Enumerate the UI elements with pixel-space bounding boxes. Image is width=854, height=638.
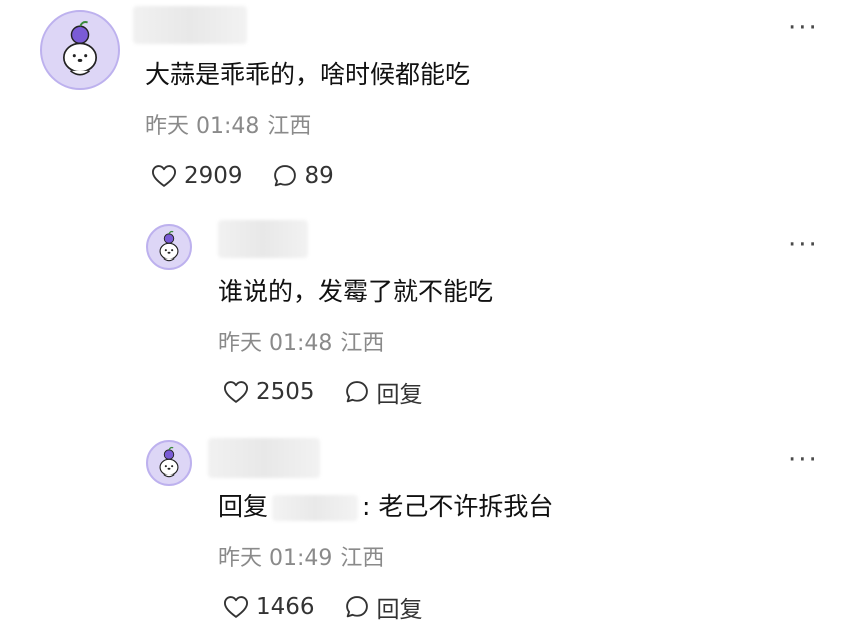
comment-content: 大蒜是乖乖的，啥时候都能吃 xyxy=(145,60,471,89)
comment-actions: 1466 回复 xyxy=(222,590,423,624)
comment-meta: 昨天 01:49 江西 xyxy=(218,545,384,573)
more-options-button[interactable]: ··· xyxy=(788,15,819,41)
comment-meta: 昨天 01:48 江西 xyxy=(218,330,384,358)
comment-actions: 2909 89 xyxy=(150,159,334,193)
speech-bubble-icon xyxy=(345,381,368,403)
speech-bubble-icon xyxy=(273,165,296,187)
speech-bubble-icon xyxy=(345,596,368,618)
reply-button[interactable]: 89 xyxy=(271,162,334,190)
comment-meta: 昨天 01:48 江西 xyxy=(145,113,311,141)
username-redacted[interactable] xyxy=(208,438,320,478)
comment-content: 回复 : 老己不许拆我台 xyxy=(218,490,553,524)
reply-label: 回复 xyxy=(376,382,423,408)
comment-location: 江西 xyxy=(340,331,385,356)
user-avatar[interactable] xyxy=(146,440,192,486)
more-options-button[interactable]: ··· xyxy=(788,232,819,258)
ellipsis-icon: ··· xyxy=(788,230,819,260)
reply-item: ··· 回复 : 老己不许拆我台 昨天 01:49 江西 1466 回复 xyxy=(0,420,854,638)
heart-outline-icon xyxy=(223,381,249,403)
reply-item: ··· 谁说的，发霉了就不能吃 昨天 01:48 江西 2505 回复 xyxy=(0,205,854,420)
user-avatar[interactable] xyxy=(146,224,192,270)
comment-location: 江西 xyxy=(267,114,312,139)
comment-time: 昨天 01:49 xyxy=(218,546,333,571)
comment-item: ··· 大蒜是乖乖的，啥时候都能吃 昨天 01:48 江西 2909 89 xyxy=(0,0,854,205)
mentioned-user-redacted[interactable] xyxy=(272,495,359,521)
ellipsis-icon: ··· xyxy=(788,445,819,475)
comment-actions: 2505 回复 xyxy=(222,375,423,409)
bear-avatar-icon xyxy=(159,446,179,478)
like-count: 1466 xyxy=(256,594,315,620)
username-redacted[interactable] xyxy=(218,220,308,258)
reply-button[interactable]: 回复 xyxy=(343,375,423,409)
reply-prefix: 回复 xyxy=(218,492,269,521)
bear-avatar-icon xyxy=(62,21,98,76)
comment-thread: ··· 大蒜是乖乖的，啥时候都能吃 昨天 01:48 江西 2909 89 ··… xyxy=(0,0,854,638)
heart-outline-icon xyxy=(223,596,249,618)
reply-label: 回复 xyxy=(376,597,423,623)
reply-button[interactable]: 回复 xyxy=(343,590,423,624)
username-redacted[interactable] xyxy=(133,6,247,44)
like-button[interactable]: 1466 xyxy=(222,593,315,621)
heart-outline-icon xyxy=(151,165,177,187)
comment-time: 昨天 01:48 xyxy=(145,114,260,139)
more-options-button[interactable]: ··· xyxy=(788,447,819,473)
comment-text: : 老己不许拆我台 xyxy=(362,492,554,521)
user-avatar[interactable] xyxy=(40,10,120,90)
comment-content: 谁说的，发霉了就不能吃 xyxy=(218,277,494,306)
bear-avatar-icon xyxy=(159,230,179,262)
ellipsis-icon: ··· xyxy=(788,13,819,43)
comment-location: 江西 xyxy=(340,546,385,571)
like-count: 2909 xyxy=(184,163,243,189)
like-button[interactable]: 2505 xyxy=(222,378,315,406)
comment-time: 昨天 01:48 xyxy=(218,331,333,356)
like-count: 2505 xyxy=(256,379,315,405)
reply-count: 89 xyxy=(304,163,334,189)
like-button[interactable]: 2909 xyxy=(150,162,243,190)
